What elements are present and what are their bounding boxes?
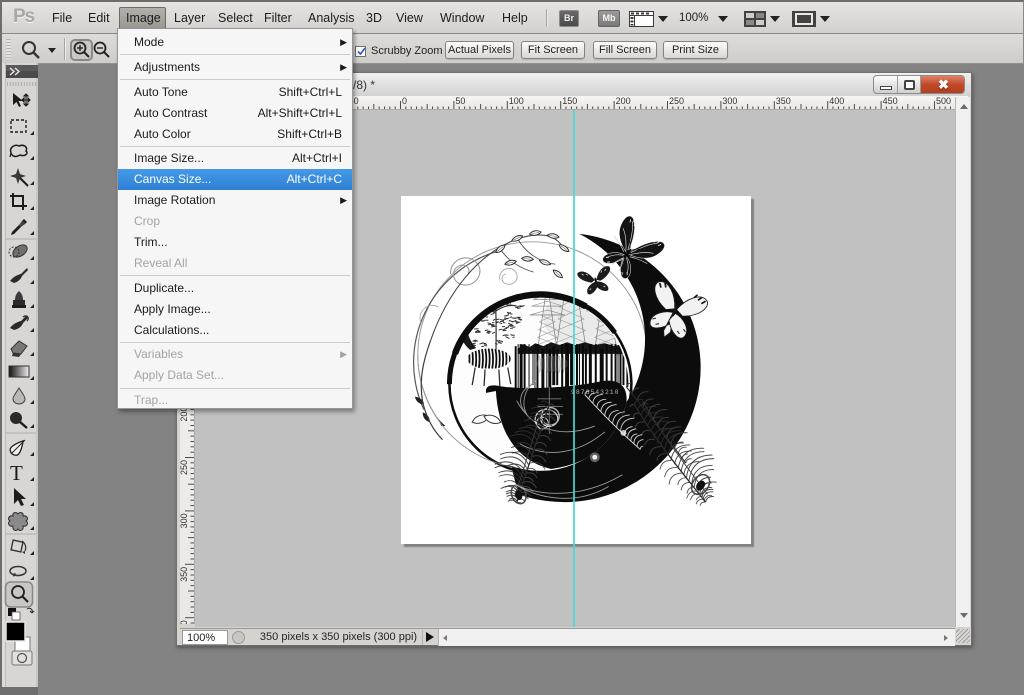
svg-text:9876543210: 9876543210 [571,389,619,396]
svg-text:300: 300 [722,96,737,106]
svg-text:400: 400 [829,96,844,106]
svg-text:0: 0 [402,96,407,106]
svg-text:250: 250 [180,460,189,475]
svg-text:100: 100 [509,96,524,106]
svg-text:200: 200 [616,96,631,106]
svg-text:350: 350 [776,96,791,106]
svg-text:350: 350 [180,567,189,582]
svg-text:300: 300 [180,513,189,528]
svg-text:500: 500 [936,96,951,106]
svg-text:400: 400 [180,620,189,624]
svg-text:450: 450 [883,96,898,106]
svg-text:50: 50 [455,96,465,106]
svg-text:250: 250 [669,96,684,106]
svg-text:T: T [10,461,23,485]
svg-text:150: 150 [562,96,577,106]
